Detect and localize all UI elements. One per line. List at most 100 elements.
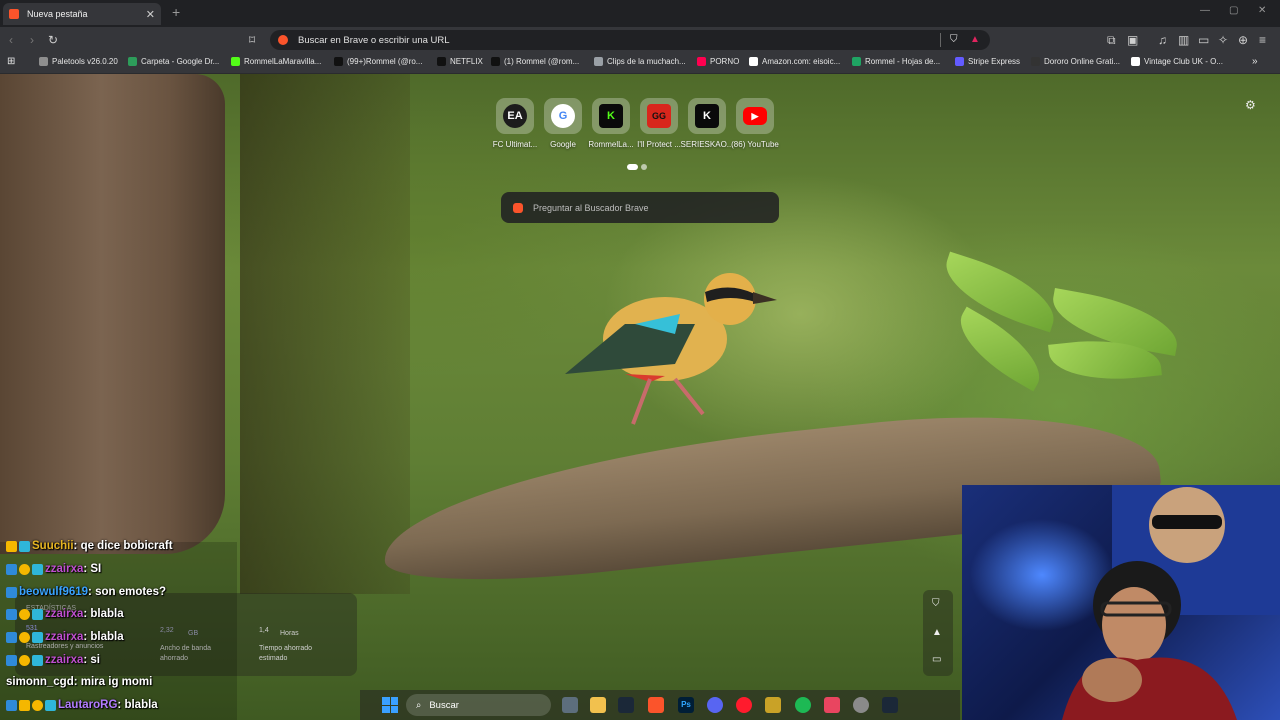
address-bar[interactable]: Buscar en Brave o escribir una URL ⛉ ▲ xyxy=(270,30,990,50)
top-site-name: RommelLa... xyxy=(588,140,634,149)
close-window-icon[interactable]: ✕ xyxy=(1258,5,1266,16)
menu-icon[interactable]: ≡ xyxy=(1259,32,1266,48)
discord-icon[interactable] xyxy=(707,697,723,713)
top-sites-pager[interactable] xyxy=(627,164,647,170)
bookmark-item[interactable]: Paletools v26.0.20 xyxy=(39,57,118,66)
app-icon[interactable] xyxy=(765,697,781,713)
steam-alt-icon[interactable] xyxy=(882,697,898,713)
page-dot-active[interactable] xyxy=(627,164,638,170)
bookmark-item[interactable]: NETFLIX xyxy=(437,57,483,66)
rewards-icon[interactable]: ▲ xyxy=(932,627,942,638)
bookmark-favicon-icon xyxy=(697,57,706,66)
bookmark-icon[interactable]: ⌑ xyxy=(249,32,255,48)
top-site-icon-frame: K xyxy=(592,98,630,134)
spotify-icon[interactable] xyxy=(795,697,811,713)
chat-username: simonn_cgd xyxy=(6,676,74,688)
task-view-icon[interactable] xyxy=(562,697,578,713)
cards-icon[interactable]: ▭ xyxy=(932,654,941,665)
bookmark-favicon-icon xyxy=(128,57,137,66)
bookmark-favicon-icon xyxy=(955,57,964,66)
privacy-icon[interactable]: ⛉ xyxy=(932,598,940,609)
bookmark-item[interactable]: PORNO xyxy=(697,57,739,66)
address-placeholder: Buscar en Brave o escribir una URL xyxy=(298,34,450,46)
top-site-name: Google xyxy=(550,140,576,149)
bookmark-favicon-icon xyxy=(491,57,500,66)
tab-active[interactable]: Nueva pestaña ✕ xyxy=(3,3,161,25)
file-explorer-icon[interactable] xyxy=(590,697,606,713)
bookmark-item[interactable]: Rommel - Hojas de... xyxy=(852,57,940,66)
bookmark-item[interactable]: Carpeta - Google Dr... xyxy=(128,57,219,66)
tab-close-button[interactable]: ✕ xyxy=(146,8,155,21)
chat-colon: : xyxy=(73,540,81,552)
vpn-icon[interactable]: ⊕ xyxy=(1238,32,1248,48)
bookmark-item[interactable]: RommelLaMaravilla... xyxy=(231,57,321,66)
bookmark-label: Stripe Express xyxy=(968,57,1021,66)
bookmark-item[interactable]: Vintage Club UK - O... xyxy=(1131,57,1223,66)
chat-message: zzairxa: blabla xyxy=(6,631,124,643)
chat-colon: : xyxy=(73,676,81,688)
top-site-tile[interactable]: G Google xyxy=(543,98,583,149)
page-dot[interactable] xyxy=(641,164,647,170)
top-site-tile[interactable]: K RommelLa... xyxy=(588,98,634,149)
minimize-icon[interactable]: — xyxy=(1200,5,1210,16)
reload-icon[interactable]: ↻ xyxy=(48,32,58,48)
obs-icon[interactable] xyxy=(853,697,869,713)
brave-icon[interactable] xyxy=(648,697,664,713)
brave-search-box[interactable]: Preguntar al Buscador Brave xyxy=(501,192,779,223)
bookmark-label: Dororo Online Grati... xyxy=(1044,57,1121,66)
brave-shields-icon[interactable]: ⛉ xyxy=(950,34,958,45)
bookmark-label: Vintage Club UK - O... xyxy=(1144,57,1223,66)
youtube-icon: ▶ xyxy=(743,107,767,125)
bookmark-label: Paletools v26.0.20 xyxy=(52,57,118,66)
maximize-icon[interactable]: ▢ xyxy=(1229,5,1238,16)
photoshop-icon[interactable]: Ps xyxy=(678,697,694,713)
bookmark-item[interactable]: (99+)Rommel (@ro... xyxy=(334,57,422,66)
top-site-tile[interactable]: GG I'll Protect ... xyxy=(637,98,681,149)
bookmark-label: (99+)Rommel (@ro... xyxy=(347,57,423,66)
chat-message: Suuchii: qe dice bobicraft xyxy=(6,540,173,552)
bookmark-item[interactable]: Dororo Online Grati... xyxy=(1031,57,1120,66)
sidebar-icon[interactable]: ▥ xyxy=(1178,32,1189,48)
opera-icon[interactable] xyxy=(736,697,752,713)
valorant-icon[interactable] xyxy=(824,697,840,713)
sub-badge-icon xyxy=(32,563,43,575)
apps-grid-icon[interactable]: ⊞ xyxy=(7,56,15,67)
top-site-tile[interactable]: EA FC Ultimat... xyxy=(493,98,537,149)
verified-badge-icon xyxy=(6,699,17,711)
top-site-name: (86) YouTube xyxy=(731,140,779,149)
tab-title: Nueva pestaña xyxy=(27,9,88,19)
chat-username: LautaroRG xyxy=(58,699,118,711)
bookmark-item[interactable]: Amazon.com: eisoic... xyxy=(749,57,840,66)
leo-ai-icon[interactable]: ✧ xyxy=(1218,32,1228,48)
forward-icon[interactable]: › xyxy=(30,32,34,48)
screenshot-icon[interactable]: ▣ xyxy=(1127,32,1138,48)
bookmark-item[interactable]: (1) Rommel (@rom... xyxy=(491,57,579,66)
top-site-tile[interactable]: ▶ (86) YouTube xyxy=(731,98,779,149)
taskbar-search[interactable]: ⌕ Buscar xyxy=(406,694,551,716)
brave-rewards-icon[interactable]: ▲ xyxy=(970,34,980,45)
brave-search-icon xyxy=(278,35,288,45)
windows-start-icon[interactable] xyxy=(382,697,398,713)
new-tab-button[interactable]: + xyxy=(172,4,180,20)
search-icon: ⌕ xyxy=(416,699,422,711)
chat-text: qe dice bobicraft xyxy=(80,540,173,552)
bookmark-label: Amazon.com: eisoic... xyxy=(762,57,841,66)
time-unit: Horas xyxy=(280,630,299,637)
extensions-icon[interactable]: ⧉ xyxy=(1107,32,1116,48)
gear-icon[interactable]: ⚙ xyxy=(1245,98,1256,112)
more-bookmarks-button[interactable]: » xyxy=(1252,56,1258,67)
bookmark-label: PORNO xyxy=(710,57,740,66)
bookmark-item[interactable]: Stripe Express xyxy=(955,57,1020,66)
tier-badge-icon xyxy=(32,699,43,711)
top-site-tile[interactable]: K SERIESKAO... xyxy=(681,98,733,149)
chat-username: zzairxa xyxy=(45,654,84,666)
chat-message: zzairxa: SI xyxy=(6,563,101,575)
webcam-overlay xyxy=(962,485,1280,720)
media-icon[interactable]: ♫ xyxy=(1158,32,1167,48)
steam-icon[interactable] xyxy=(618,697,634,713)
verified-badge-icon xyxy=(6,654,17,666)
wallet-icon[interactable]: ▭ xyxy=(1198,32,1209,48)
back-icon[interactable]: ‹ xyxy=(9,32,13,48)
kick-dark-icon: K xyxy=(695,104,719,128)
bookmark-item[interactable]: Clips de la muchach... xyxy=(594,57,686,66)
